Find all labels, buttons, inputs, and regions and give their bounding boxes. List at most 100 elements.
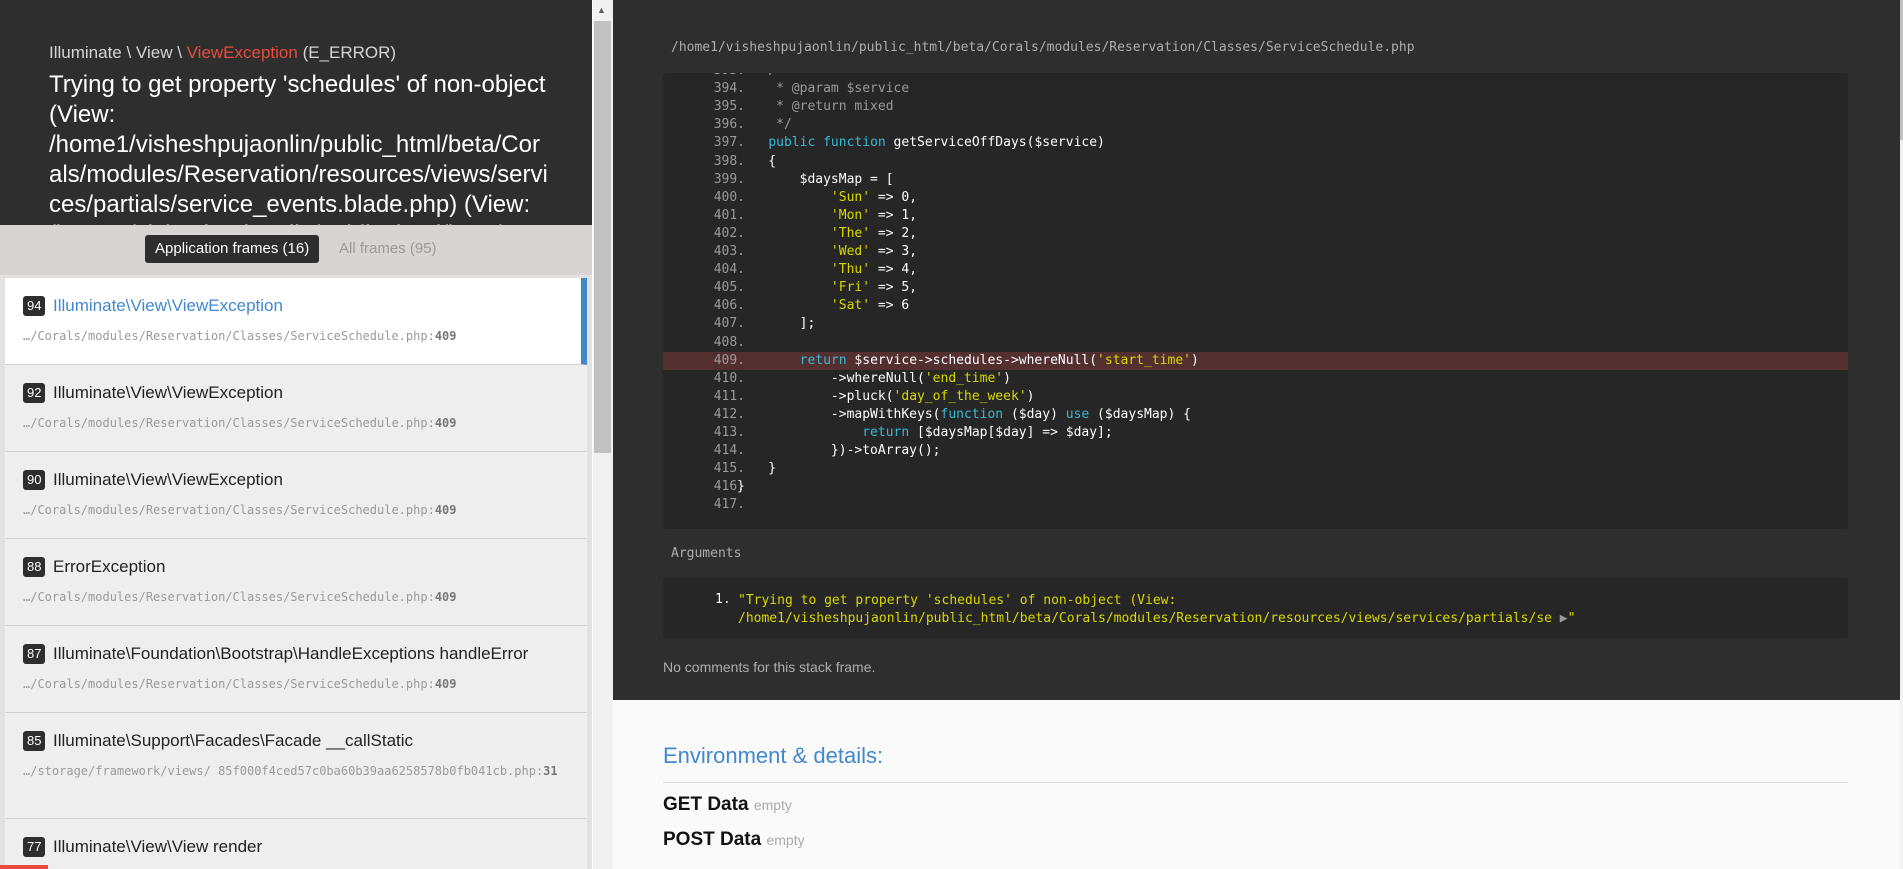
code-line: 407. ]; xyxy=(663,315,1848,333)
exception-class: Illuminate \ View \ ViewException (E_ERR… xyxy=(49,43,396,63)
line-code: * @param $service xyxy=(737,81,910,97)
line-code: return [$daysMap[$day] => $day]; xyxy=(862,425,1113,440)
exception-header: Illuminate \ View \ ViewException (E_ERR… xyxy=(0,0,592,225)
line-code: { xyxy=(737,153,777,169)
exception-level: (E_ERROR) xyxy=(297,43,397,62)
frame-filter-tabs: Application frames (16) All frames (95) xyxy=(0,225,592,275)
line-code: } xyxy=(737,479,745,495)
code-line: 408. xyxy=(663,334,1848,352)
line-number: 417. xyxy=(713,497,745,513)
code-line: 396. */ xyxy=(663,116,1848,134)
frame-item[interactable]: 90 Illuminate\View\ViewException …/Coral… xyxy=(5,452,587,539)
divider xyxy=(663,782,1848,783)
code-line: 397. public function getServiceOffDays($… xyxy=(663,134,1848,152)
line-code: /** xyxy=(737,73,792,80)
frame-class: Illuminate\View\View render xyxy=(53,837,263,856)
frame-item[interactable]: 87 Illuminate\Foundation\Bootstrap\Handl… xyxy=(5,626,587,713)
line-number: 408. xyxy=(713,334,745,350)
code-line: 415. } xyxy=(663,460,1848,478)
code-viewer: 393. /**394. * @param $service395. * @re… xyxy=(663,73,1848,529)
code-line: 413. return [$daysMap[$day] => $day]; xyxy=(663,424,1848,442)
code-line: 409. return $service->schedules->whereNu… xyxy=(663,351,1848,370)
frame-file: …/Corals/modules/Reservation/Classes/Ser… xyxy=(23,590,457,604)
line-code: public function getServiceOffDays($servi… xyxy=(768,135,1105,151)
line-code: })->toArray(); xyxy=(737,443,941,459)
code-line: 416.} xyxy=(663,478,1848,496)
exception-name: ViewException xyxy=(186,43,298,62)
frame-comments: No comments for this stack frame. xyxy=(663,659,876,675)
frames-list: 94 Illuminate\View\ViewException …/Coral… xyxy=(5,278,587,869)
progress-marker xyxy=(0,865,48,869)
line-code: */ xyxy=(737,117,792,133)
expand-arrow-icon[interactable]: ▶ xyxy=(1552,611,1568,626)
frame-index: 85 xyxy=(23,731,46,751)
frame-file: …/Corals/modules/Reservation/Classes/Ser… xyxy=(23,416,457,430)
frame-item[interactable]: 92 Illuminate\View\ViewException …/Coral… xyxy=(5,365,587,452)
frame-file: …/storage/framework/views/ 85f000f4ced57… xyxy=(23,764,558,778)
line-code: $daysMap = [ xyxy=(737,171,894,187)
environment-title: Environment & details: xyxy=(663,743,884,768)
argument-value: "Trying to get property 'schedules' of n… xyxy=(738,593,1576,626)
code-line: 405. 'Fri' => 5, xyxy=(663,279,1848,297)
code-line: 406. 'Sat' => 6 xyxy=(663,297,1848,315)
frame-file: …/Corals/modules/Reservation/Classes/Ser… xyxy=(23,329,457,343)
code-line: 417. xyxy=(663,496,1848,514)
environment-section xyxy=(613,700,1900,869)
frame-file-path: /home1/visheshpujaonlin/public_html/beta… xyxy=(671,40,1415,55)
code-line: 393. /** xyxy=(663,73,1848,80)
code-line: 404. 'Thu' => 4, xyxy=(663,261,1848,279)
frame-index: 77 xyxy=(23,837,46,857)
exception-namespace: Illuminate \ View \ xyxy=(49,43,187,62)
line-code: return $service->schedules->whereNull('s… xyxy=(799,352,1199,368)
frame-index: 88 xyxy=(23,557,46,577)
line-code: 'Fri' => 5, xyxy=(830,280,918,296)
frames-scrollbar-thumb[interactable] xyxy=(594,21,611,453)
code-line: 400. 'Sun' => 0, xyxy=(663,189,1848,207)
frame-class: Illuminate\Support\Facades\Facade __call… xyxy=(53,731,414,750)
get-data-row: GET Data empty xyxy=(663,794,792,815)
frame-item[interactable]: 88 ErrorException …/Corals/modules/Reser… xyxy=(5,539,587,626)
frame-index: 92 xyxy=(23,383,46,403)
line-code: ->pluck('day_of_the_week') xyxy=(737,388,1035,404)
line-code: 'Sat' => 6 xyxy=(830,298,910,314)
line-code: 'Thu' => 4, xyxy=(830,262,918,278)
frame-index: 90 xyxy=(23,470,46,490)
frame-class: Illuminate\View\ViewException xyxy=(53,383,283,402)
tab-application-frames[interactable]: Application frames (16) xyxy=(145,235,320,263)
code-line: 410. ->whereNull('end_time') xyxy=(663,370,1848,388)
code-line: 398. { xyxy=(663,153,1848,171)
frame-class: Illuminate\View\ViewException xyxy=(53,296,283,315)
code-line: 412. ->mapWithKeys(function ($day) use (… xyxy=(663,406,1848,424)
code-line: 402. 'The' => 2, xyxy=(663,225,1848,243)
line-code: ->mapWithKeys(function ($day) use ($days… xyxy=(737,406,1191,422)
frame-class: ErrorException xyxy=(53,557,166,576)
line-code: ]; xyxy=(737,316,816,332)
frame-file: …/Corals/modules/Reservation/Classes/Ser… xyxy=(23,503,457,517)
frame-index: 87 xyxy=(23,644,46,664)
stack-panel: Illuminate \ View \ ViewException (E_ERR… xyxy=(0,0,592,869)
frame-index: 94 xyxy=(23,296,46,316)
code-line: 401. 'Mon' => 1, xyxy=(663,207,1848,225)
frame-class: Illuminate\Foundation\Bootstrap\HandleEx… xyxy=(53,644,529,663)
frame-item[interactable]: 77 Illuminate\View\View render xyxy=(5,819,587,869)
code-line: 411. ->pluck('day_of_the_week') xyxy=(663,388,1848,406)
line-code: 'Sun' => 0, xyxy=(830,189,918,205)
frame-item[interactable]: 85 Illuminate\Support\Facades\Facade __c… xyxy=(5,713,587,819)
line-code: } xyxy=(737,461,777,477)
line-code: 'The' => 2, xyxy=(830,225,918,241)
line-code: 'Mon' => 1, xyxy=(830,207,918,223)
code-line: 403. 'Wed' => 3, xyxy=(663,243,1848,261)
tab-all-frames[interactable]: All frames (95) xyxy=(329,235,447,263)
exception-message: Trying to get property 'schedules' of no… xyxy=(49,71,548,225)
frame-item[interactable]: 94 Illuminate\View\ViewException …/Coral… xyxy=(5,278,587,365)
code-line: 395. * @return mixed xyxy=(663,98,1848,116)
frame-class: Illuminate\View\ViewException xyxy=(53,470,283,489)
line-code: * @return mixed xyxy=(737,99,894,115)
line-code: 'Wed' => 3, xyxy=(830,244,918,259)
code-line: 399. $daysMap = [ xyxy=(663,171,1848,189)
frame-file: …/Corals/modules/Reservation/Classes/Ser… xyxy=(23,677,457,691)
post-data-row: POST Data empty xyxy=(663,829,805,850)
code-line: 414. })->toArray(); xyxy=(663,442,1848,460)
code-line: 394. * @param $service xyxy=(663,80,1848,98)
scroll-up-arrow-icon[interactable]: ▲ xyxy=(597,5,606,15)
